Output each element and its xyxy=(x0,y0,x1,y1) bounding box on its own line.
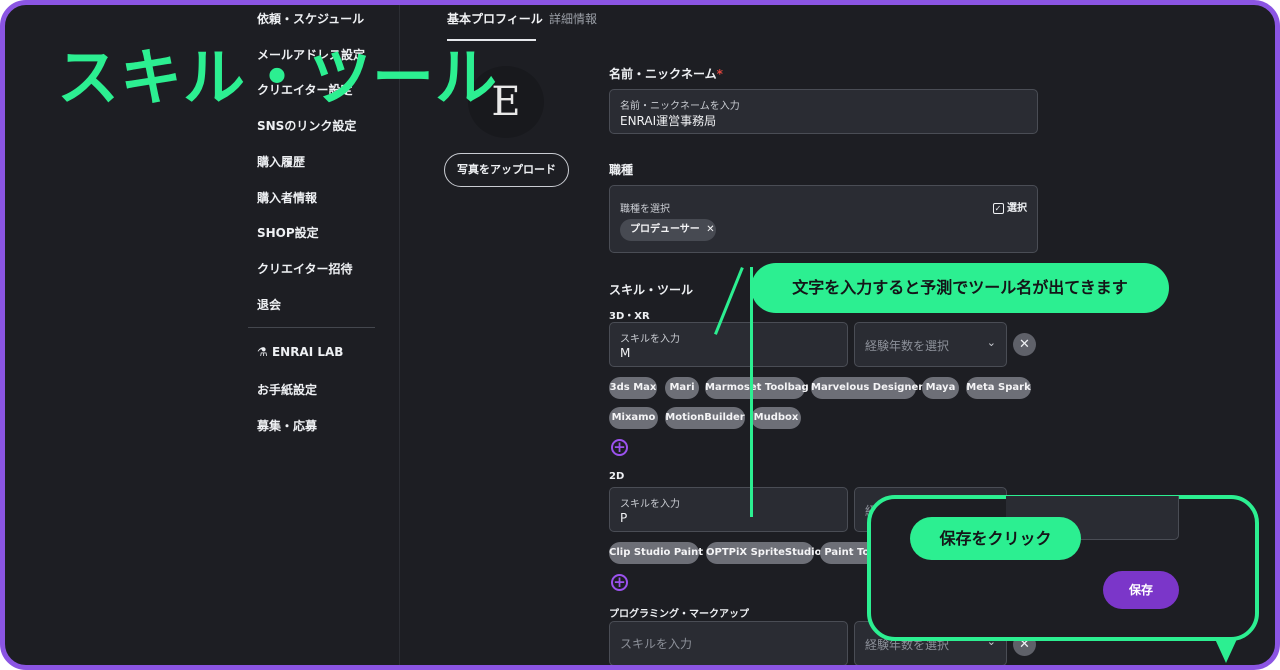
years-select-3d[interactable]: 経験年数を選択 ⌄ xyxy=(854,322,1007,367)
checkbox-icon: ✓ xyxy=(992,203,1004,214)
job-chip[interactable]: プロデューサー ✕ xyxy=(620,219,716,241)
skill-group-programming-label: プログラミング・マークアップ xyxy=(609,609,749,620)
name-field[interactable]: 名前・ニックネームを入力 ENRAI運営事務局 xyxy=(609,89,1038,134)
skill-input-3d[interactable]: スキルを入力 M xyxy=(609,322,848,367)
add-skill-icon[interactable]: + xyxy=(611,574,628,591)
close-icon[interactable]: ✕ xyxy=(706,224,714,235)
skill-group-3d-label: 3D・XR xyxy=(609,311,650,322)
skill-input-label: スキルを入力 xyxy=(620,499,680,510)
skill-input-placeholder: スキルを入力 xyxy=(620,637,693,651)
skills-title: スキル・ツール xyxy=(609,283,694,297)
skill-input-2d[interactable]: スキルを入力 P xyxy=(609,487,848,532)
suggestion-chip[interactable]: Mixamo xyxy=(609,407,658,429)
callout-save: 保存をクリック xyxy=(910,517,1081,560)
name-label: 名前・ニックネーム* xyxy=(609,65,723,82)
suggestion-chip[interactable]: Meta Spark xyxy=(966,377,1031,399)
skill-input-label: スキルを入力 xyxy=(620,334,680,345)
add-skill-icon[interactable]: + xyxy=(611,439,628,456)
chevron-down-icon: ⌄ xyxy=(986,336,996,349)
sidebar-divider xyxy=(248,327,375,328)
sidebar-item-invite[interactable]: クリエイター招待 xyxy=(257,260,353,277)
suggestion-chip[interactable]: Marmoset Toolbag xyxy=(705,377,809,399)
remove-skill-button[interactable]: ✕ xyxy=(1013,333,1036,356)
callout-pointer-line xyxy=(750,267,753,517)
annotation-title: スキル・ツール xyxy=(57,41,499,114)
sidebar-item-letters[interactable]: お手紙設定 xyxy=(257,381,317,398)
sidebar-item-sns[interactable]: SNSのリンク設定 xyxy=(257,117,356,134)
sidebar-item-recruit[interactable]: 募集・応募 xyxy=(257,417,317,434)
suggestion-chip[interactable]: 3ds Max xyxy=(609,377,657,399)
years-select-placeholder: 経験年数を選択 xyxy=(865,339,950,353)
suggestion-chip[interactable]: Marvelous Designer xyxy=(811,377,923,399)
suggestion-chip[interactable]: Maya xyxy=(922,377,959,399)
suggestion-chip[interactable]: Mudbox xyxy=(751,407,801,429)
required-mark: * xyxy=(716,67,723,81)
sidebar-item-schedule[interactable]: 依頼・スケジュール xyxy=(257,10,364,27)
suggestion-chip[interactable]: OPTPiX SpriteStudio xyxy=(706,542,821,564)
name-field-label: 名前・ニックネームを入力 xyxy=(620,101,740,112)
job-field-label: 職種を選択 xyxy=(620,204,670,215)
save-callout-tail xyxy=(1215,639,1237,663)
save-button[interactable]: 保存 xyxy=(1103,571,1179,609)
sidebar-item-lab[interactable]: ⚗ ENRAI LAB xyxy=(257,345,343,359)
callout-prediction: 文字を入力すると予測でツール名が出てきます xyxy=(751,263,1169,313)
job-label: 職種 xyxy=(609,163,634,177)
skill-group-2d-label: 2D xyxy=(609,471,625,482)
sidebar-item-shop[interactable]: SHOP設定 xyxy=(257,224,319,241)
tab-basic-profile[interactable]: 基本プロフィール xyxy=(447,10,543,27)
flask-icon: ⚗ xyxy=(257,345,268,359)
job-select-label: 選択 xyxy=(1007,203,1027,214)
tab-details[interactable]: 詳細情報 xyxy=(549,10,597,27)
sidebar-item-withdraw[interactable]: 退会 xyxy=(257,296,281,313)
sidebar-item-purchase-history[interactable]: 購入履歴 xyxy=(257,153,305,170)
suggestion-chip[interactable]: Clip Studio Paint xyxy=(609,542,703,564)
skill-input-value: P xyxy=(620,511,628,525)
suggestion-chip[interactable]: Mari xyxy=(665,377,699,399)
job-select-button[interactable]: ✓ 選択 xyxy=(992,199,1027,214)
upload-photo-button[interactable]: 写真をアップロード xyxy=(444,153,569,187)
sidebar-item-label: ENRAI LAB xyxy=(271,345,344,359)
sidebar-item-buyer-info[interactable]: 購入者情報 xyxy=(257,189,317,206)
skill-input-programming[interactable]: スキルを入力 xyxy=(609,621,848,665)
job-field[interactable]: 職種を選択 ✓ 選択 プロデューサー ✕ xyxy=(609,185,1038,253)
close-icon: ✕ xyxy=(1019,337,1030,352)
name-label-text: 名前・ニックネーム xyxy=(609,67,717,81)
skill-input-value: M xyxy=(620,346,631,360)
app-frame: 依頼・スケジュール メールアドレス設定 クリエイター設定 SNSのリンク設定 購… xyxy=(0,0,1280,670)
job-chip-label: プロデューサー xyxy=(630,224,700,235)
name-field-value: ENRAI運営事務局 xyxy=(620,114,717,128)
suggestion-chip[interactable]: MotionBuilder xyxy=(665,407,745,429)
